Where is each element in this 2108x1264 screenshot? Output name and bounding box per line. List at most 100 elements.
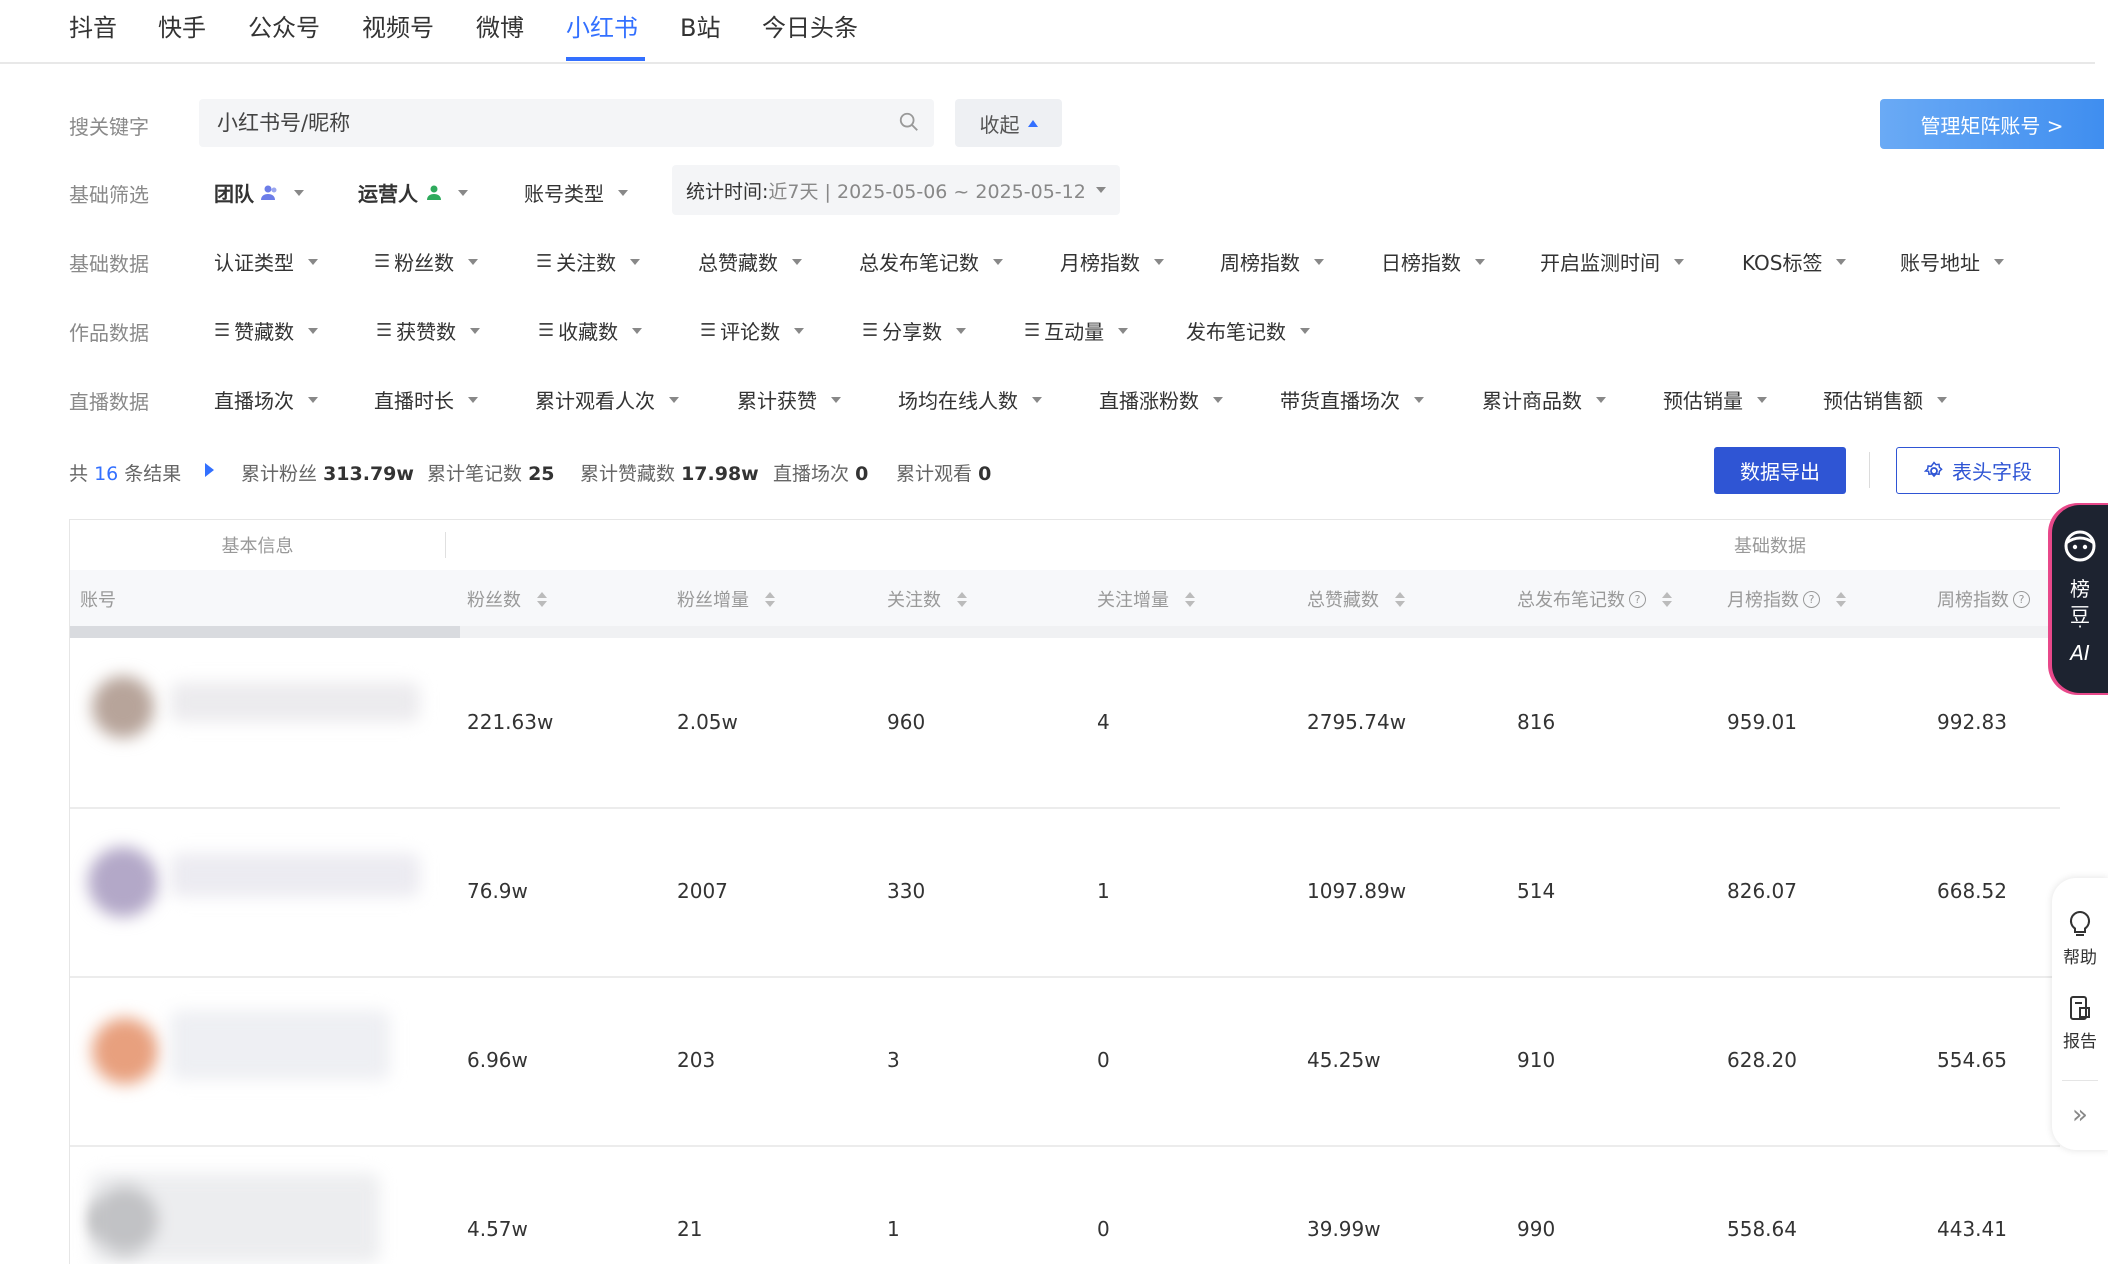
operator-filter[interactable]: 运营人 bbox=[358, 178, 468, 207]
filter-total-viewers[interactable]: 累计观看人次 bbox=[535, 385, 679, 414]
table-fields-button[interactable]: 表头字段 bbox=[1896, 447, 2060, 494]
filter-daily-index[interactable]: 日榜指数 bbox=[1381, 247, 1485, 276]
col-fans-growth[interactable]: 粉丝增量 bbox=[677, 586, 775, 612]
filter-comments[interactable]: ☰ 评论数 bbox=[700, 316, 805, 345]
cell-total-notes: 816 bbox=[1517, 710, 1556, 734]
sort-icon[interactable] bbox=[1185, 591, 1195, 607]
collapse-button[interactable]: 收起 bbox=[955, 99, 1062, 147]
filter-likes-received[interactable]: ☰ 获赞数 bbox=[376, 316, 481, 345]
filter-published-notes[interactable]: 发布笔记数 bbox=[1186, 316, 1310, 345]
tab-weibo[interactable]: 微博 bbox=[476, 8, 524, 43]
filter-cert-type[interactable]: 认证类型 bbox=[214, 247, 318, 276]
filter-shares[interactable]: ☰ 分享数 bbox=[862, 316, 967, 345]
filter-fans[interactable]: ☰ 粉丝数 bbox=[374, 247, 479, 276]
filter-label: 累计观看人次 bbox=[535, 389, 655, 413]
filter-monitor-time[interactable]: 开启监测时间 bbox=[1540, 247, 1684, 276]
dropdown-arrow-icon bbox=[308, 327, 319, 334]
summary-notes-value: 25 bbox=[528, 463, 555, 485]
tab-channels[interactable]: 视频号 bbox=[362, 8, 434, 43]
filter-total-likes-live[interactable]: 累计获赞 bbox=[737, 385, 841, 414]
help-button[interactable]: 帮助 bbox=[2052, 910, 2108, 968]
scrollbar-thumb[interactable] bbox=[70, 626, 460, 638]
sort-icon[interactable] bbox=[1662, 591, 1672, 607]
filter-following[interactable]: ☰ 关注数 bbox=[536, 247, 641, 276]
table-row[interactable]: 6.96w 203 3 0 45.25w 910 628.20 554.65 bbox=[70, 976, 2060, 1147]
tab-kuaishou[interactable]: 快手 bbox=[158, 8, 206, 43]
divider bbox=[445, 532, 446, 558]
help-icon[interactable]: ? bbox=[1629, 590, 1646, 608]
filter-est-revenue[interactable]: 预估销售额 bbox=[1823, 385, 1947, 414]
sort-icon[interactable] bbox=[957, 591, 967, 607]
filter-collects[interactable]: ☰ 收藏数 bbox=[538, 316, 643, 345]
cell-monthly-index: 628.20 bbox=[1727, 1048, 1797, 1072]
col-monthly-index[interactable]: 月榜指数? bbox=[1727, 586, 1846, 612]
tab-wechat-official[interactable]: 公众号 bbox=[248, 8, 320, 43]
table-row[interactable]: 76.9w 2007 330 1 1097.89w 514 826.07 668… bbox=[70, 807, 2060, 978]
sort-icon[interactable] bbox=[765, 591, 775, 607]
col-weekly-index[interactable]: 周榜指数? bbox=[1937, 586, 2030, 612]
filter-total-products[interactable]: 累计商品数 bbox=[1482, 385, 1606, 414]
filter-live-sessions[interactable]: 直播场次 bbox=[214, 385, 318, 414]
tab-xiaohongshu[interactable]: 小红书 bbox=[566, 8, 638, 43]
col-following[interactable]: 关注数 bbox=[887, 586, 967, 612]
dropdown-arrow-icon bbox=[308, 396, 318, 403]
expand-summary-icon[interactable] bbox=[205, 463, 214, 477]
sort-icon[interactable] bbox=[537, 591, 547, 607]
tab-douyin[interactable]: 抖音 bbox=[69, 8, 117, 43]
search-icon[interactable] bbox=[898, 111, 920, 133]
collapse-sidebar-icon[interactable]: » bbox=[2052, 1100, 2108, 1130]
help-icon[interactable]: ? bbox=[1803, 590, 1820, 608]
result-suffix: 条结果 bbox=[124, 463, 182, 485]
active-tab-indicator bbox=[566, 57, 645, 61]
filter-est-sales[interactable]: 预估销量 bbox=[1663, 385, 1767, 414]
report-label: 报告 bbox=[2063, 1032, 2097, 1052]
date-range-label: 统计时间: bbox=[686, 180, 769, 203]
cell-fans-growth: 2007 bbox=[677, 879, 728, 903]
filter-commerce-live[interactable]: 带货直播场次 bbox=[1280, 385, 1424, 414]
dropdown-arrow-icon bbox=[1937, 396, 1947, 403]
filter-weekly-index[interactable]: 周榜指数 bbox=[1220, 247, 1324, 276]
cell-total-likes: 2795.74w bbox=[1307, 710, 1407, 734]
list-icon: ☰ bbox=[1024, 320, 1041, 341]
cell-following: 3 bbox=[887, 1048, 900, 1072]
col-total-likes[interactable]: 总赞藏数 bbox=[1307, 586, 1405, 612]
list-icon: ☰ bbox=[536, 251, 553, 272]
account-type-filter[interactable]: 账号类型 bbox=[524, 178, 628, 207]
col-total-notes[interactable]: 总发布笔记数? bbox=[1517, 586, 1672, 612]
team-filter[interactable]: 团队 bbox=[214, 178, 304, 207]
dropdown-arrow-icon bbox=[1032, 396, 1042, 403]
filter-kos-tag[interactable]: KOS标签 bbox=[1742, 247, 1847, 276]
result-count: 共 16 条结果 bbox=[69, 459, 181, 486]
filter-likes-collects[interactable]: ☰ 赞藏数 bbox=[214, 316, 319, 345]
help-icon[interactable]: ? bbox=[2013, 590, 2030, 608]
date-range-picker[interactable]: 统计时间: 近7天 | 2025-05-06 ~ 2025-05-12 bbox=[672, 165, 1120, 215]
summary-fans-label: 累计粉丝 bbox=[241, 463, 318, 485]
side-toolbar: 帮助 报告 » bbox=[2052, 878, 2108, 1150]
sort-icon[interactable] bbox=[1836, 591, 1846, 607]
filter-label: 认证类型 bbox=[214, 251, 294, 275]
export-data-button[interactable]: 数据导出 bbox=[1714, 447, 1846, 494]
filter-total-notes[interactable]: 总发布笔记数 bbox=[859, 247, 1003, 276]
filter-monthly-index[interactable]: 月榜指数 bbox=[1060, 247, 1164, 276]
tab-toutiao[interactable]: 今日头条 bbox=[762, 8, 858, 43]
col-following-growth[interactable]: 关注增量 bbox=[1097, 586, 1195, 612]
work-data-label: 作品数据 bbox=[69, 321, 149, 345]
filter-live-duration[interactable]: 直播时长 bbox=[374, 385, 478, 414]
filter-total-likes[interactable]: 总赞藏数 bbox=[698, 247, 802, 276]
manage-matrix-accounts-button[interactable]: 管理矩阵账号 > bbox=[1880, 99, 2104, 149]
filter-account-url[interactable]: 账号地址 bbox=[1900, 247, 2004, 276]
tab-bilibili[interactable]: B站 bbox=[680, 8, 720, 43]
table-row[interactable]: 221.63w 2.05w 960 4 2795.74w 816 959.01 … bbox=[70, 638, 2060, 809]
filter-live-fans-gain[interactable]: 直播涨粉数 bbox=[1099, 385, 1223, 414]
col-fans[interactable]: 粉丝数 bbox=[467, 586, 547, 612]
ai-assistant-button[interactable]: 榜 豆 · AI bbox=[2052, 505, 2108, 693]
search-input[interactable] bbox=[199, 99, 875, 147]
filter-interactions[interactable]: ☰ 互动量 bbox=[1024, 316, 1129, 345]
dropdown-arrow-icon bbox=[792, 258, 802, 265]
filter-label: 关注数 bbox=[556, 251, 617, 275]
filter-avg-online[interactable]: 场均在线人数 bbox=[898, 385, 1042, 414]
report-button[interactable]: 报告 bbox=[2052, 994, 2108, 1052]
sort-icon[interactable] bbox=[1395, 591, 1405, 607]
table-row[interactable]: 4.57w 21 1 0 39.99w 990 558.64 443.41 bbox=[70, 1145, 2060, 1264]
cell-weekly-index: 554.65 bbox=[1937, 1048, 2007, 1072]
